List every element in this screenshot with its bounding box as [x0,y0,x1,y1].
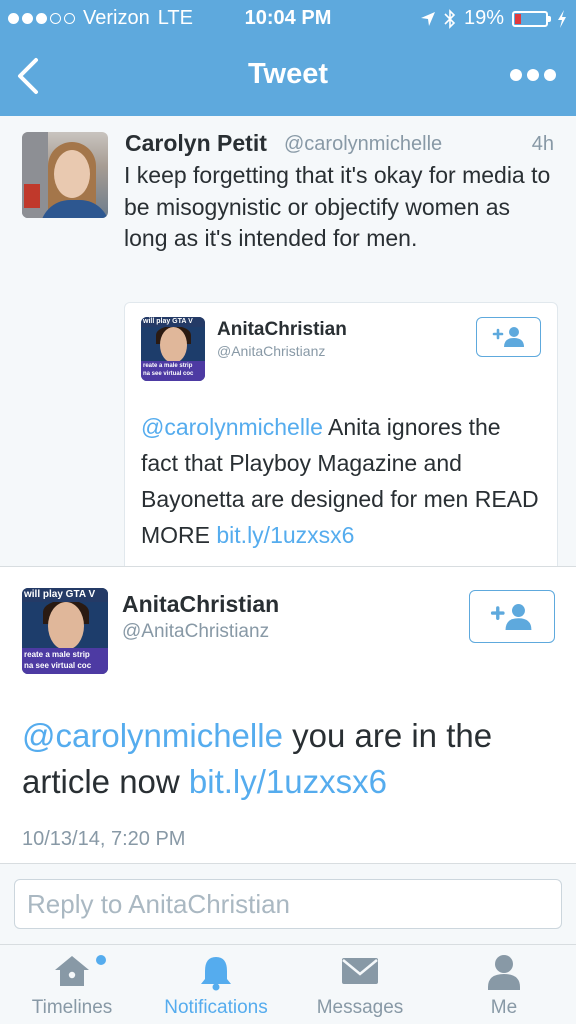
quoted-tweet-card[interactable]: will play GTA V reate a male strip na see… [124,302,558,566]
charging-bolt-icon [558,9,566,28]
tweet-age: 4h [531,133,554,155]
more-options-icon[interactable] [510,69,556,81]
mention-link[interactable]: @carolynmichelle [22,717,283,754]
person-icon [488,955,520,990]
avatar-caption-top: will play GTA V [141,317,205,328]
quoted-url-link[interactable]: bit.ly/1uzxsx6 [216,522,354,548]
tweet-text: @carolynmichelle you are in the article … [22,717,493,800]
quoted-author-handle: @AnitaChristianz [217,343,326,359]
avatar-caption-top: will play GTA V [22,588,108,602]
page-title: Tweet [247,58,329,90]
tab-label: Me [490,997,518,1018]
author-handle: @AnitaChristianz [122,621,270,642]
url-link[interactable]: bit.ly/1uzxsx6 [189,763,387,800]
add-user-icon [492,327,524,347]
quoted-mention-link[interactable]: @carolynmichelle [141,414,323,440]
author-name[interactable]: AnitaChristian [122,591,279,618]
tab-me[interactable]: Me [432,945,576,1024]
avatar-anita-small[interactable]: will play GTA V reate a male strip na see… [141,317,205,381]
tab-label: Messages [316,997,404,1018]
tab-notifications[interactable]: Notifications [144,945,288,1024]
avatar-caption-bottom: reate a male strip na see virtual coc [22,647,108,674]
quoted-follow-button[interactable] [476,317,541,357]
author-handle: @carolynmichelle [284,133,443,155]
status-right: 19% [420,7,568,30]
quoted-tweet-text: @carolynmichelle Anita ignores the fact … [141,414,539,548]
location-arrow-icon [420,11,435,26]
tab-messages[interactable]: Messages [288,945,432,1024]
reply-bar [0,864,576,945]
reply-input[interactable] [14,879,562,929]
avatar-carolyn[interactable] [22,132,108,218]
bell-icon [201,957,231,991]
focused-tweet: will play GTA V reate a male strip na see… [0,567,576,864]
quoted-author-name[interactable]: AnitaChristian [217,319,347,341]
tab-timelines[interactable]: Timelines [0,945,144,1024]
conversation-tweet[interactable]: Carolyn Petit @carolynmichelle 4h I keep… [0,116,576,567]
battery-percent: 19% [463,7,504,29]
status-bar: Verizon LTE 10:04 PM 19% [0,0,576,38]
unread-dot [96,955,106,965]
nav-bar: Tweet [0,38,576,116]
tweet-text: I keep forgetting that it's okay for med… [124,162,551,251]
tab-bar: Timelines Notifications Messages Me [0,945,576,1024]
follow-button[interactable] [469,590,555,643]
header: Verizon LTE 10:04 PM 19% Tweet [0,0,576,116]
author-name[interactable]: Carolyn Petit [125,130,267,157]
avatar-caption-bottom: reate a male strip na see virtual coc [141,361,205,381]
battery-icon [512,10,551,27]
add-user-icon [490,603,532,630]
tab-label: Timelines [31,997,113,1018]
tab-label: Notifications [164,997,268,1018]
envelope-icon [342,958,378,984]
home-icon [55,956,89,986]
avatar-anita[interactable]: will play GTA V reate a male strip na see… [22,588,108,674]
tweet-timestamp: 10/13/14, 7:20 PM [22,828,186,850]
bluetooth-icon [444,8,456,29]
